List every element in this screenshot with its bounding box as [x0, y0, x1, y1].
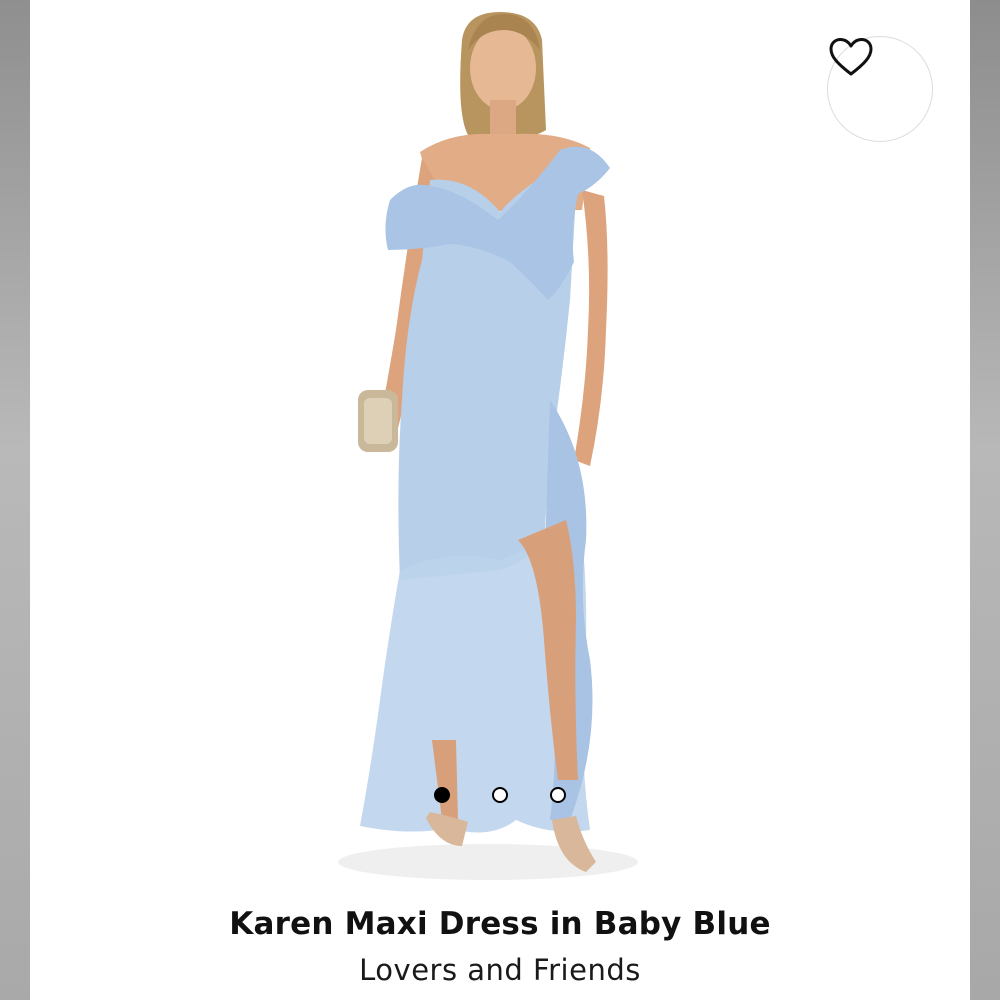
carousel-dot-3[interactable]: [550, 787, 566, 803]
product-photo-illustration: [338, 12, 638, 880]
right-frame-edge: [970, 0, 1000, 1000]
product-title[interactable]: Karen Maxi Dress in Baby Blue: [30, 906, 970, 942]
product-card: Karen Maxi Dress in Baby Blue Lovers and…: [30, 0, 970, 1000]
heart-outline-icon: [829, 38, 873, 76]
product-image[interactable]: [30, 0, 970, 890]
product-brand[interactable]: Lovers and Friends: [30, 953, 970, 987]
carousel-dot-1[interactable]: [434, 787, 450, 803]
wishlist-button[interactable]: [827, 36, 933, 142]
carousel-dot-2[interactable]: [492, 787, 508, 803]
image-carousel-dots: [432, 785, 572, 807]
left-frame-edge: [0, 0, 30, 1000]
